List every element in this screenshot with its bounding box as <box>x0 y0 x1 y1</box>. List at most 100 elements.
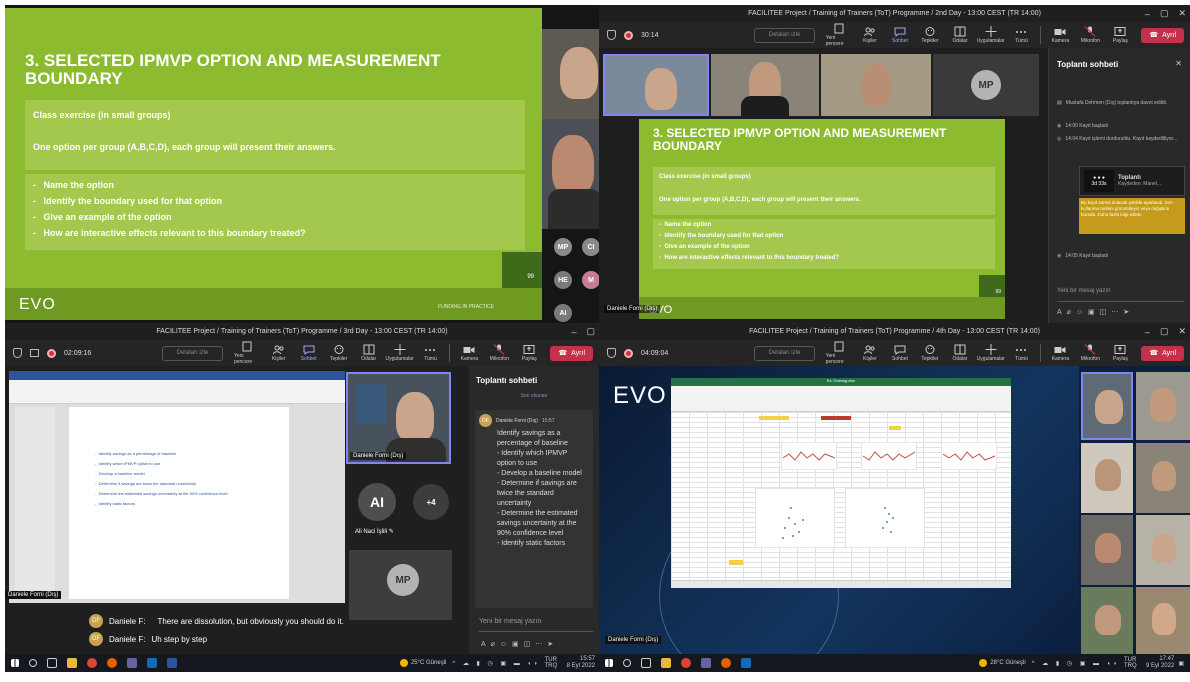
leave-button[interactable]: ☎ Ayrıl <box>1141 27 1184 43</box>
avatar-he[interactable]: HE <box>554 271 572 289</box>
rooms-button[interactable]: Odalar <box>948 344 972 362</box>
reactions-button[interactable]: Tepkiler <box>918 344 942 362</box>
task-view-icon[interactable] <box>47 658 57 668</box>
new-window-button[interactable]: Yeni pencere <box>826 23 852 47</box>
send-icon[interactable]: ➤ <box>1123 309 1134 316</box>
tray-icons[interactable]: ^ ☁ ▮ ◷ ▣ ▬ ◖◗ <box>452 660 540 667</box>
avatar-ci[interactable]: CI <box>582 238 599 256</box>
new-window-button[interactable]: Yeni pencere <box>234 341 261 365</box>
more-button[interactable]: Tümü <box>418 344 442 362</box>
video-tile[interactable] <box>1136 443 1190 513</box>
details-button[interactable]: Detaları izle <box>754 345 815 361</box>
leave-button[interactable]: ☎ Ayrıl <box>1141 345 1184 361</box>
chat-button[interactable]: Sohbet <box>888 344 912 362</box>
notification-icon[interactable]: ▣ <box>1178 660 1184 667</box>
details-button[interactable]: Detaları izle <box>162 345 223 361</box>
minimize-icon[interactable]: – <box>571 327 576 337</box>
chat-input[interactable]: Yeni bir mesaj yazın <box>1057 288 1184 302</box>
avatar-ai[interactable]: AI <box>358 483 396 521</box>
chat-button[interactable]: Sohbet <box>297 344 321 362</box>
tray-icons[interactable]: ^ ☁ ▮ ◷ ▣ ▬ ◖◗ <box>1032 660 1120 667</box>
outlook-icon[interactable] <box>147 658 157 668</box>
gif-icon[interactable]: ▣ <box>512 641 524 648</box>
rooms-button[interactable]: Odalar <box>357 344 381 362</box>
word-icon[interactable] <box>167 658 177 668</box>
language[interactable]: TUR TRQ <box>1124 657 1142 669</box>
outlook-icon[interactable] <box>741 658 751 668</box>
firefox-icon[interactable] <box>107 658 117 668</box>
people-button[interactable]: Kişiler <box>267 344 291 362</box>
file-explorer-icon[interactable] <box>67 658 77 668</box>
recording-card[interactable]: ● ● ● 3d 33s Toplantı Kaydeden: Manel... <box>1079 166 1185 196</box>
video-tile[interactable] <box>711 54 819 116</box>
minimize-icon[interactable]: – <box>1145 327 1150 337</box>
clock[interactable]: 17:47 9 Eyl 2022 <box>1146 656 1174 670</box>
more-icon[interactable]: ⋯ <box>1111 309 1123 316</box>
people-button[interactable]: Kişiler <box>858 344 882 362</box>
close-icon[interactable]: ✕ <box>1178 8 1186 19</box>
share-button[interactable]: Paylaş <box>517 344 541 362</box>
video-tile[interactable] <box>1081 372 1133 440</box>
avatar-m[interactable]: M <box>582 271 599 289</box>
video-tile[interactable] <box>1081 515 1133 585</box>
camera-button[interactable]: Kamera <box>1048 344 1072 362</box>
more-participants[interactable]: +4 <box>413 484 449 520</box>
avatar-ai[interactable]: AI <box>554 304 572 322</box>
share-button[interactable]: Paylaş <box>1108 344 1132 362</box>
maximize-icon[interactable]: ▢ <box>1160 326 1169 337</box>
video-tile[interactable] <box>1136 587 1190 655</box>
chrome-icon[interactable] <box>681 658 691 668</box>
video-tile[interactable] <box>542 29 599 119</box>
chat-button[interactable]: Sohbet <box>888 26 912 44</box>
video-tile[interactable] <box>1081 443 1133 513</box>
video-tile[interactable]: Daniele Forni (Dış) <box>346 372 451 464</box>
video-tile[interactable] <box>603 54 709 116</box>
task-view-icon[interactable] <box>641 658 651 668</box>
close-icon[interactable]: ✕ <box>1178 326 1186 337</box>
camera-button[interactable]: Kamera <box>1048 26 1072 44</box>
mic-button[interactable]: Mikrofon <box>1078 26 1102 44</box>
search-icon[interactable] <box>623 659 631 667</box>
share-button[interactable]: Paylaş <box>1108 26 1132 44</box>
clock[interactable]: 15:57 8 Eyl 2022 <box>567 656 595 670</box>
video-tile[interactable] <box>1081 587 1133 655</box>
video-tile[interactable]: MP <box>933 54 1039 116</box>
search-icon[interactable] <box>29 659 37 667</box>
gif-icon[interactable]: ▣ <box>1088 309 1100 316</box>
maximize-icon[interactable]: ▢ <box>1160 8 1169 19</box>
last-read-link[interactable]: Son okunan <box>469 393 599 399</box>
format-icon[interactable]: A <box>1057 309 1067 316</box>
camera-button[interactable]: Kamera <box>457 344 481 362</box>
more-button[interactable]: Tümü <box>1009 26 1033 44</box>
reactions-button[interactable]: Tepkiler <box>918 26 942 44</box>
file-explorer-icon[interactable] <box>661 658 671 668</box>
firefox-icon[interactable] <box>721 658 731 668</box>
video-tile[interactable] <box>1136 515 1190 585</box>
video-tile[interactable] <box>1136 372 1190 440</box>
avatar-mp[interactable]: MP <box>554 238 572 256</box>
teams-icon[interactable] <box>701 658 711 668</box>
apps-button[interactable]: Uygulamalar <box>386 344 414 362</box>
windows-start-icon[interactable] <box>605 659 613 667</box>
sticker-icon[interactable]: ◫ <box>1100 309 1112 316</box>
maximize-icon[interactable]: ▢ <box>586 326 595 337</box>
more-button[interactable]: Tümü <box>1009 344 1033 362</box>
attach-icon[interactable]: ⌀ <box>1067 309 1076 316</box>
close-icon[interactable]: ✕ <box>1175 59 1182 68</box>
reactions-button[interactable]: Tepkiler <box>327 344 351 362</box>
details-button[interactable]: Detaları izle <box>754 27 815 43</box>
mic-button[interactable]: Mikrofon <box>487 344 511 362</box>
new-window-button[interactable]: Yeni pencere <box>826 341 852 365</box>
leave-button[interactable]: ☎ Ayrıl <box>550 345 593 361</box>
apps-button[interactable]: Uygulamalar <box>977 344 1005 362</box>
teams-icon[interactable] <box>127 658 137 668</box>
more-icon[interactable]: ⋯ <box>535 641 547 648</box>
video-tile[interactable]: MP <box>349 550 452 620</box>
people-button[interactable]: Kişiler <box>858 26 882 44</box>
minimize-icon[interactable]: – <box>1145 9 1150 19</box>
chat-input[interactable]: Yeni bir mesaj yazın <box>479 618 593 632</box>
video-tile[interactable] <box>542 119 599 229</box>
send-icon[interactable]: ➤ <box>547 641 558 648</box>
sticker-icon[interactable]: ◫ <box>524 641 536 648</box>
rooms-button[interactable]: Odalar <box>948 26 972 44</box>
